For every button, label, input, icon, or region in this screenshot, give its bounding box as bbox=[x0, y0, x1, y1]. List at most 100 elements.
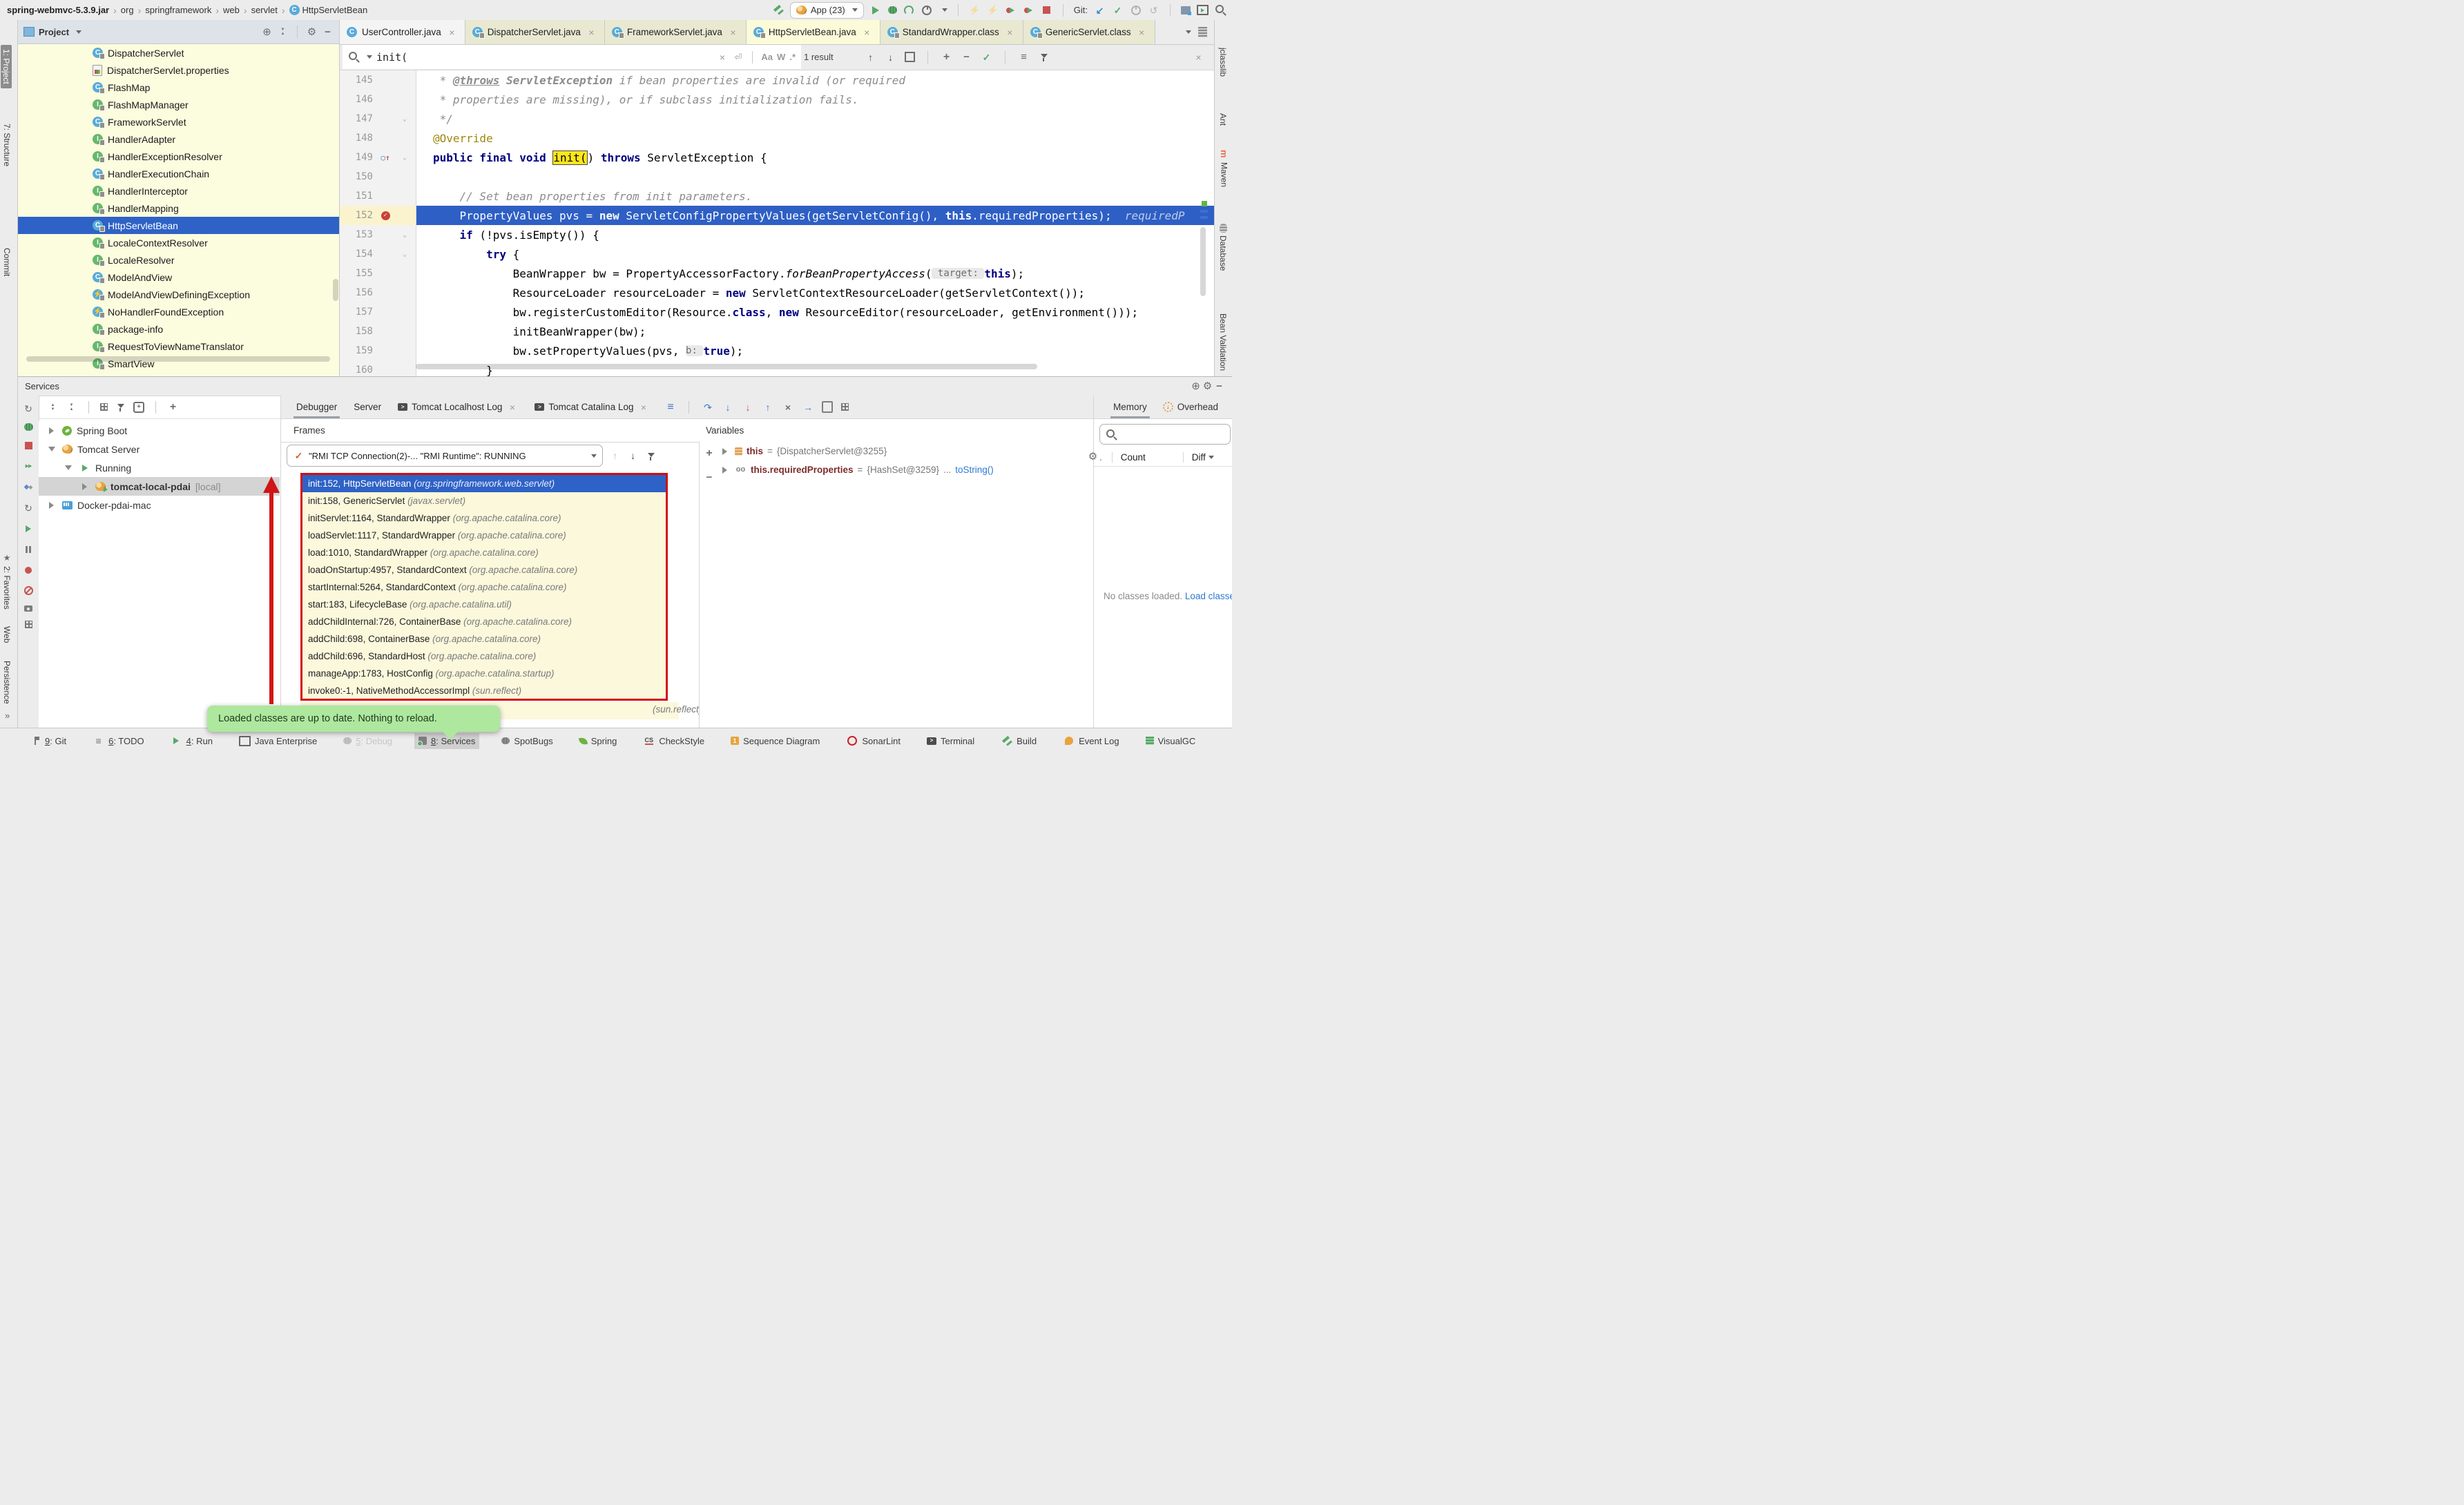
code-line-155[interactable]: 155 BeanWrapper bw = PropertyAccessorFac… bbox=[340, 264, 1214, 283]
code-line-159[interactable]: 159 bw.setPropertyValues(pvs, b: true); bbox=[340, 341, 1214, 360]
code-line-147[interactable]: 147 ⌄ */ bbox=[340, 109, 1214, 128]
tab-memory[interactable]: Memory bbox=[1110, 396, 1150, 418]
code-line-152[interactable]: 152 PropertyValues pvs = new ServletConf… bbox=[340, 206, 1214, 225]
restart-icon[interactable] bbox=[23, 502, 35, 514]
frame-row[interactable]: init:158, GenericServlet (javax.servlet) bbox=[302, 492, 666, 509]
code-text[interactable]: * properties are missing), or if subclas… bbox=[416, 90, 1214, 109]
sidebar-item-7-structure[interactable]: 7: Structure bbox=[2, 124, 12, 166]
sidebar-item-bean-validation[interactable]: Bean Validation bbox=[1218, 313, 1228, 371]
code-line-154[interactable]: 154 ⌄ try { bbox=[340, 244, 1214, 264]
close-tab-icon[interactable] bbox=[506, 401, 518, 413]
select-all-occurrences-icon[interactable] bbox=[905, 52, 915, 62]
status-item-event-log[interactable]: Event Log bbox=[1059, 732, 1124, 750]
close-search-icon[interactable] bbox=[1193, 51, 1204, 63]
frame-row[interactable]: addChild:698, ContainerBase (org.apache.… bbox=[302, 630, 666, 648]
profiler-icon[interactable] bbox=[921, 4, 933, 16]
collapse-all-icon[interactable] bbox=[277, 26, 289, 38]
next-frame-icon[interactable] bbox=[627, 450, 639, 462]
close-tab-icon[interactable] bbox=[446, 26, 458, 38]
code-line-150[interactable]: 150 bbox=[340, 167, 1214, 186]
layout-menu-icon[interactable] bbox=[664, 401, 676, 413]
status-item-sequence-diagram[interactable]: Sequence Diagram bbox=[726, 733, 824, 749]
gutter-line-159[interactable]: 159 bbox=[340, 341, 416, 360]
gutter-line-154[interactable]: 154 ⌄ bbox=[340, 244, 416, 264]
debug-rerun-icon[interactable] bbox=[23, 423, 33, 431]
project-tree-item[interactable]: NoHandlerFoundException bbox=[18, 303, 339, 320]
regex-toggle[interactable]: .* bbox=[789, 52, 796, 62]
frame-row[interactable]: loadServlet:1117, StandardWrapper (org.a… bbox=[302, 527, 666, 544]
fold-marker[interactable]: ⌄ bbox=[398, 231, 412, 239]
status-item-java-enterprise[interactable]: Java Enterprise bbox=[235, 733, 321, 749]
pause-icon[interactable] bbox=[23, 543, 35, 555]
frame-row[interactable]: load:1010, StandardWrapper (org.apache.c… bbox=[302, 544, 666, 561]
add-occurrence-icon[interactable] bbox=[941, 51, 952, 63]
breakpoint-icon[interactable] bbox=[373, 210, 398, 222]
frame-row[interactable]: invoke0:-1, NativeMethodAccessorImpl (su… bbox=[302, 682, 666, 699]
search-filter-icon[interactable] bbox=[1038, 51, 1050, 63]
status-item-run[interactable]: 4: Run bbox=[166, 732, 217, 750]
filter-icon[interactable] bbox=[115, 401, 126, 413]
expander-icon[interactable] bbox=[62, 462, 74, 474]
update-project-icon[interactable] bbox=[1094, 4, 1106, 16]
tab-standardwrapper-class[interactable]: StandardWrapper.class bbox=[880, 20, 1023, 44]
thread-dump-icon[interactable] bbox=[24, 605, 32, 612]
step-out-icon[interactable] bbox=[762, 401, 773, 413]
close-tab-icon[interactable] bbox=[861, 26, 873, 38]
project-tree-item[interactable]: FrameworkServlet bbox=[18, 113, 339, 130]
services-tree-item-tomcat-server[interactable]: Tomcat Server bbox=[39, 440, 280, 458]
code-line-158[interactable]: 158 initBeanWrapper(bw); bbox=[340, 322, 1214, 341]
project-hscrollbar[interactable] bbox=[26, 356, 330, 362]
frame-row[interactable]: init:152, HttpServletBean (org.springfra… bbox=[302, 475, 666, 492]
search-history-caret[interactable] bbox=[367, 55, 372, 59]
code-text[interactable]: bw.setPropertyValues(pvs, b: true); bbox=[416, 341, 1214, 360]
preview-icon[interactable] bbox=[133, 401, 144, 413]
run-to-cursor-icon[interactable] bbox=[802, 401, 814, 413]
expander-icon[interactable] bbox=[46, 499, 57, 511]
collapse-all-icon[interactable] bbox=[66, 401, 77, 413]
run-icon[interactable] bbox=[870, 4, 882, 16]
project-tree-item[interactable]: HandlerMapping bbox=[18, 200, 339, 217]
gutter-line-153[interactable]: 153 ⌄ bbox=[340, 225, 416, 244]
editor-vscrollbar[interactable] bbox=[1200, 227, 1206, 296]
status-item-checkstyle[interactable]: CheckStyle bbox=[639, 732, 709, 750]
tab-frameworkservlet-java[interactable]: FrameworkServlet.java bbox=[604, 20, 747, 44]
project-tree-item[interactable]: HandlerExceptionResolver bbox=[18, 148, 339, 165]
fold-marker[interactable]: ⌄ bbox=[398, 115, 412, 123]
sidebar-item-ant[interactable]: Ant bbox=[1218, 113, 1228, 126]
select-occurrences-icon[interactable] bbox=[981, 51, 992, 63]
stop-icon[interactable] bbox=[1041, 4, 1052, 16]
step-over-icon[interactable] bbox=[702, 401, 713, 413]
code-line-151[interactable]: 151 // Set bean properties from init par… bbox=[340, 186, 1214, 206]
project-tree-item[interactable]: package-info bbox=[18, 320, 339, 338]
project-tree-item[interactable]: FlashMap bbox=[18, 79, 339, 96]
override-marker-icon[interactable] bbox=[378, 152, 393, 164]
code-line-149[interactable]: 149 ⌄ public final void init() throws Serv… bbox=[340, 148, 1214, 167]
expander-icon[interactable] bbox=[79, 480, 90, 492]
sidebar-item-jclasslib[interactable]: jclasslib bbox=[1218, 48, 1228, 77]
breadcrumb-item[interactable]: servlet bbox=[251, 5, 278, 15]
hide-panel-icon[interactable] bbox=[322, 26, 334, 38]
services-tree-item-docker-pdai-mac[interactable]: Docker-pdai-mac bbox=[39, 496, 280, 514]
breadcrumb-item[interactable]: org bbox=[121, 5, 134, 15]
variable-row[interactable]: this = {DispatcherServlet@3255} bbox=[700, 442, 1094, 460]
editor-hscrollbar[interactable] bbox=[416, 364, 1037, 369]
frame-row[interactable]: addChild:696, StandardHost (org.apache.c… bbox=[302, 648, 666, 665]
variable-row[interactable]: this.requiredProperties = {HashSet@3259}… bbox=[700, 460, 1094, 479]
add-watch-icon[interactable] bbox=[704, 447, 715, 459]
project-tree-item[interactable]: ModelAndView bbox=[18, 269, 339, 286]
history-icon[interactable] bbox=[1130, 4, 1142, 16]
thread-dropdown[interactable]: "RMI TCP Connection(2)-... "RMI Runtime"… bbox=[287, 445, 603, 467]
commit-icon[interactable] bbox=[1112, 4, 1124, 16]
gear-icon[interactable] bbox=[306, 26, 318, 38]
chevron-down-icon[interactable] bbox=[76, 30, 82, 34]
gutter-line-146[interactable]: 146 bbox=[340, 90, 416, 109]
memory-col-diff[interactable]: Diff bbox=[1182, 452, 1214, 463]
services-tree-item-running[interactable]: Running bbox=[39, 458, 280, 477]
status-item-spotbugs[interactable]: SpotBugs bbox=[497, 733, 557, 749]
fold-marker[interactable]: ⌄ bbox=[398, 154, 412, 162]
breakpoint-icon[interactable] bbox=[380, 210, 392, 222]
code-line-146[interactable]: 146 * properties are missing), or if sub… bbox=[340, 90, 1214, 109]
gutter-line-160[interactable]: 160 bbox=[340, 360, 416, 376]
close-tab-icon[interactable] bbox=[727, 26, 739, 38]
breadcrumb-item[interactable]: spring-webmvc-5.3.9.jar bbox=[7, 5, 109, 15]
